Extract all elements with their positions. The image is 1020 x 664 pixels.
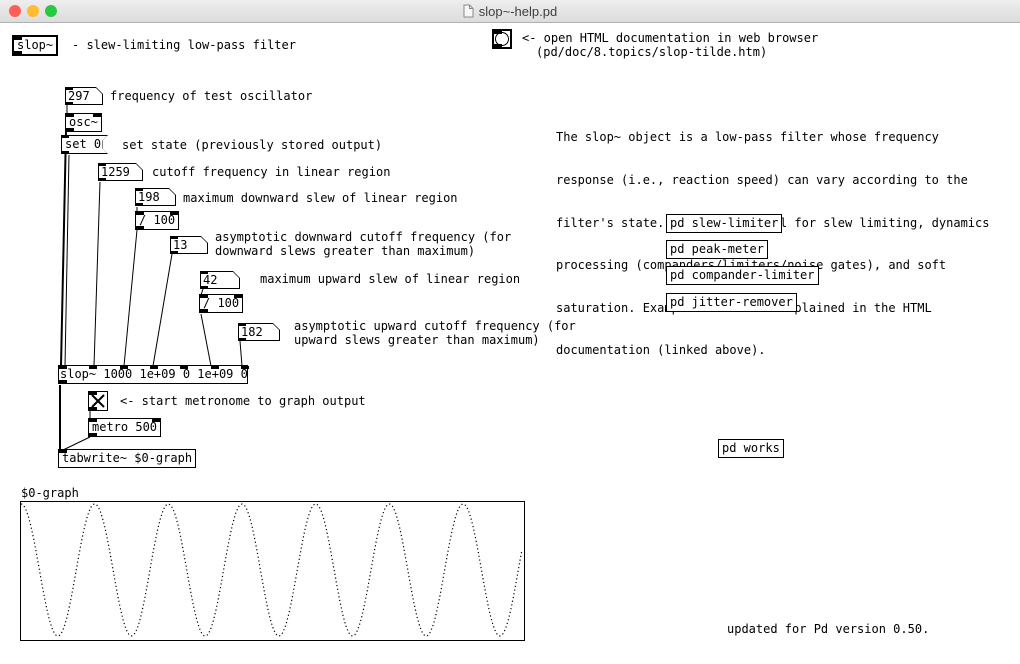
upslew-comment: maximum upward slew of linear region: [260, 272, 520, 286]
inlet-nib[interactable]: [93, 114, 101, 117]
inlet-nib[interactable]: [494, 31, 502, 34]
array-graph: [20, 501, 525, 641]
doc-path-comment: (pd/doc/8.topics/slop-tilde.htm): [536, 45, 767, 59]
inlet-nib[interactable]: [241, 366, 249, 369]
inlet-nib[interactable]: [170, 236, 178, 239]
zoom-button[interactable]: [45, 5, 57, 17]
inlet-nib[interactable]: [200, 295, 208, 298]
downcut-comment-line1: asymptotic downward cutoff frequency (fo…: [215, 230, 511, 244]
set-message-box[interactable]: set 0: [61, 135, 108, 154]
intro-paragraph: The slop~ object is a low-pass filter wh…: [556, 102, 989, 386]
cutoff-number-box[interactable]: 1259: [98, 163, 143, 181]
version-comment: updated for Pd version 0.50.: [727, 622, 929, 636]
downslew-number-box[interactable]: 198: [135, 188, 176, 206]
subpatch-compander-limiter[interactable]: pd compander-limiter: [666, 266, 819, 285]
subpatch-peak-meter[interactable]: pd peak-meter: [666, 240, 768, 259]
control-wire: [153, 254, 172, 366]
inlet-nib[interactable]: [136, 212, 144, 215]
control-wire: [94, 182, 100, 366]
downcut-number-box[interactable]: 13: [170, 236, 208, 254]
inlet-nib[interactable]: [61, 135, 69, 138]
outlet-nib[interactable]: [200, 286, 208, 289]
subpatch-jitter-remover[interactable]: pd jitter-remover: [666, 293, 797, 312]
graph-label: $0-graph: [21, 486, 79, 500]
outlet-nib[interactable]: [135, 203, 143, 206]
signal-wire: [61, 131, 66, 366]
inlet-nib[interactable]: [89, 392, 97, 395]
inlet-nib[interactable]: [120, 366, 128, 369]
outlet-nib[interactable]: [136, 226, 144, 229]
outlet-nib[interactable]: [89, 407, 97, 410]
metronome-comment: <- start metronome to graph output: [120, 394, 366, 408]
divide-100-down-object[interactable]: / 100: [135, 211, 179, 230]
outlet-nib[interactable]: [238, 338, 246, 341]
inlet-nib[interactable]: [14, 37, 22, 40]
intro-line: The slop~ object is a low-pass filter wh…: [556, 130, 989, 144]
outlet-nib[interactable]: [65, 102, 73, 105]
slop-title-box[interactable]: slop~: [12, 35, 58, 56]
inlet-nib[interactable]: [170, 212, 178, 215]
outlet-nib[interactable]: [89, 433, 97, 436]
outlet-nib[interactable]: [66, 128, 74, 131]
control-wire: [240, 341, 242, 366]
inlet-nib[interactable]: [200, 271, 208, 274]
upcut-comment-line2: upward slews greater than maximum): [294, 333, 540, 347]
intro-line: response (i.e., reaction speed) can vary…: [556, 173, 989, 187]
tabwrite-object[interactable]: tabwrite~ $0-graph: [58, 449, 196, 468]
window-title: slop~-help.pd: [479, 4, 557, 19]
frequency-comment: frequency of test oscillator: [110, 89, 312, 103]
inlet-nib[interactable]: [135, 188, 143, 191]
inlet-nib[interactable]: [238, 323, 246, 326]
minimize-button[interactable]: [27, 5, 39, 17]
outlet-nib[interactable]: [59, 380, 67, 383]
inlet-nib[interactable]: [152, 419, 160, 422]
inlet-nib[interactable]: [59, 450, 67, 453]
set-state-comment: set state (previously stored output): [122, 138, 382, 152]
inlet-nib[interactable]: [150, 366, 158, 369]
titlebar: slop~-help.pd: [0, 0, 1020, 23]
subpatch-slew-limiter[interactable]: pd slew-limiter: [666, 214, 782, 233]
metronome-toggle[interactable]: [88, 391, 108, 411]
control-wire: [201, 314, 211, 366]
doc-hint-comment: <- open HTML documentation in web browse…: [522, 31, 818, 45]
inlet-nib[interactable]: [89, 419, 97, 422]
outlet-nib[interactable]: [494, 44, 502, 47]
frequency-number-box[interactable]: 297: [65, 87, 103, 105]
cutoff-comment: cutoff frequency in linear region: [152, 165, 390, 179]
subpatch-works[interactable]: pd works: [718, 439, 784, 458]
patch-canvas: slop~ - slew-limiting low-pass filter <-…: [0, 0, 1020, 664]
downcut-comment-line2: downward slews greater than maximum): [215, 244, 475, 258]
inlet-nib[interactable]: [234, 295, 242, 298]
control-wire: [65, 155, 69, 366]
control-wire: [124, 230, 137, 366]
outlet-nib[interactable]: [200, 309, 208, 312]
divide-100-up-object[interactable]: / 100: [199, 294, 243, 313]
upcut-comment-line1: asymptotic upward cutoff frequency (for: [294, 319, 576, 333]
outlet-nib[interactable]: [170, 251, 178, 254]
open-doc-bang-button[interactable]: [492, 29, 512, 49]
tagline-comment: - slew-limiting low-pass filter: [72, 38, 296, 52]
inlet-nib[interactable]: [89, 366, 97, 369]
inlet-nib[interactable]: [98, 163, 106, 166]
upslew-number-box[interactable]: 42: [200, 271, 240, 289]
outlet-nib[interactable]: [14, 51, 22, 54]
outlet-nib[interactable]: [61, 151, 69, 154]
title-wrap: slop~-help.pd: [463, 4, 557, 19]
downslew-comment: maximum downward slew of linear region: [183, 191, 458, 205]
metro-object[interactable]: metro 500: [88, 418, 161, 437]
upcut-number-box[interactable]: 182: [238, 323, 280, 341]
document-icon: [463, 4, 474, 18]
intro-line: documentation (linked above).: [556, 343, 989, 357]
inlet-nib[interactable]: [65, 87, 73, 90]
inlet-nib[interactable]: [211, 366, 219, 369]
slop-object[interactable]: slop~ 1000 1e+09 0 1e+09 0: [58, 365, 248, 384]
osc-object[interactable]: osc~: [65, 113, 102, 132]
inlet-nib[interactable]: [59, 366, 67, 369]
inlet-nib[interactable]: [66, 114, 74, 117]
inlet-nib[interactable]: [180, 366, 188, 369]
outlet-nib[interactable]: [98, 178, 106, 181]
close-button[interactable]: [9, 5, 21, 17]
